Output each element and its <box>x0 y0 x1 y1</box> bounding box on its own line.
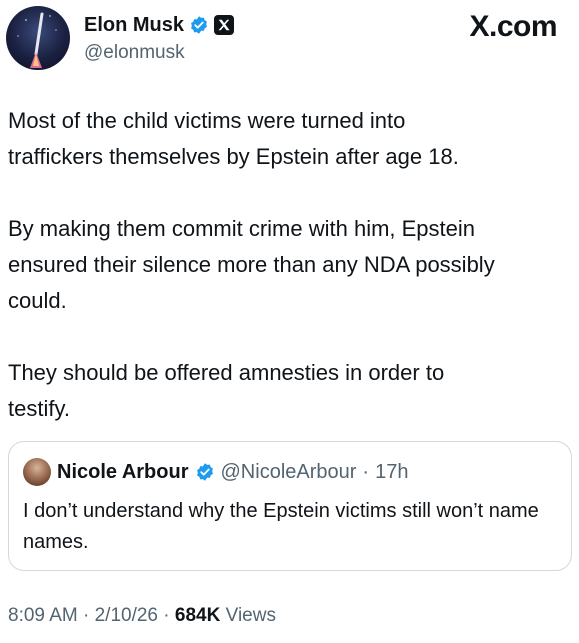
tweet-meta-footer: 8:09 AM · 2/10/26 · 684K Views <box>8 605 276 627</box>
quoted-author-name[interactable]: Nicole Arbour <box>57 461 189 484</box>
quoted-tweet-header: Nicole Arbour @NicoleArbour · 17h <box>23 458 408 486</box>
tweet-paragraph: Most of the child victims were turned in… <box>8 108 459 169</box>
x-logo-icon[interactable] <box>214 15 235 35</box>
views-label: Views <box>225 605 276 626</box>
post-date[interactable]: 2/10/26 <box>95 605 158 626</box>
site-label: X.com <box>469 10 557 43</box>
tweet-text: Most of the child victims were turned in… <box>8 103 568 427</box>
tweet-paragraph: By making them commit crime with him, Ep… <box>8 216 495 313</box>
rocket-launch-icon <box>17 12 57 68</box>
tweet-paragraph: They should be offered amnesties in orde… <box>8 360 445 421</box>
verified-badge-icon <box>195 462 215 482</box>
post-time[interactable]: 8:09 AM <box>8 605 78 626</box>
author-handle[interactable]: @elonmusk <box>84 42 185 64</box>
avatar[interactable] <box>6 6 70 70</box>
verified-badge-icon[interactable] <box>189 15 209 35</box>
quoted-time-ago[interactable]: 17h <box>375 461 408 484</box>
dot-separator: · <box>77 605 95 626</box>
views-count: 684K <box>174 605 221 626</box>
quoted-tweet-card[interactable]: Nicole Arbour @NicoleArbour · 17h I don’… <box>8 441 572 571</box>
dot-separator: · <box>362 460 370 483</box>
author-display-name[interactable]: Elon Musk <box>84 14 184 37</box>
quoted-tweet-text: I don’t understand why the Epstein victi… <box>23 500 539 553</box>
tweet-header: Elon Musk @elonmusk X.com <box>6 6 573 72</box>
author-name-row: Elon Musk <box>84 12 235 38</box>
dot-separator: · <box>158 605 175 626</box>
quoted-author-avatar[interactable] <box>23 458 51 486</box>
quoted-author-handle[interactable]: @NicoleArbour <box>221 461 357 484</box>
